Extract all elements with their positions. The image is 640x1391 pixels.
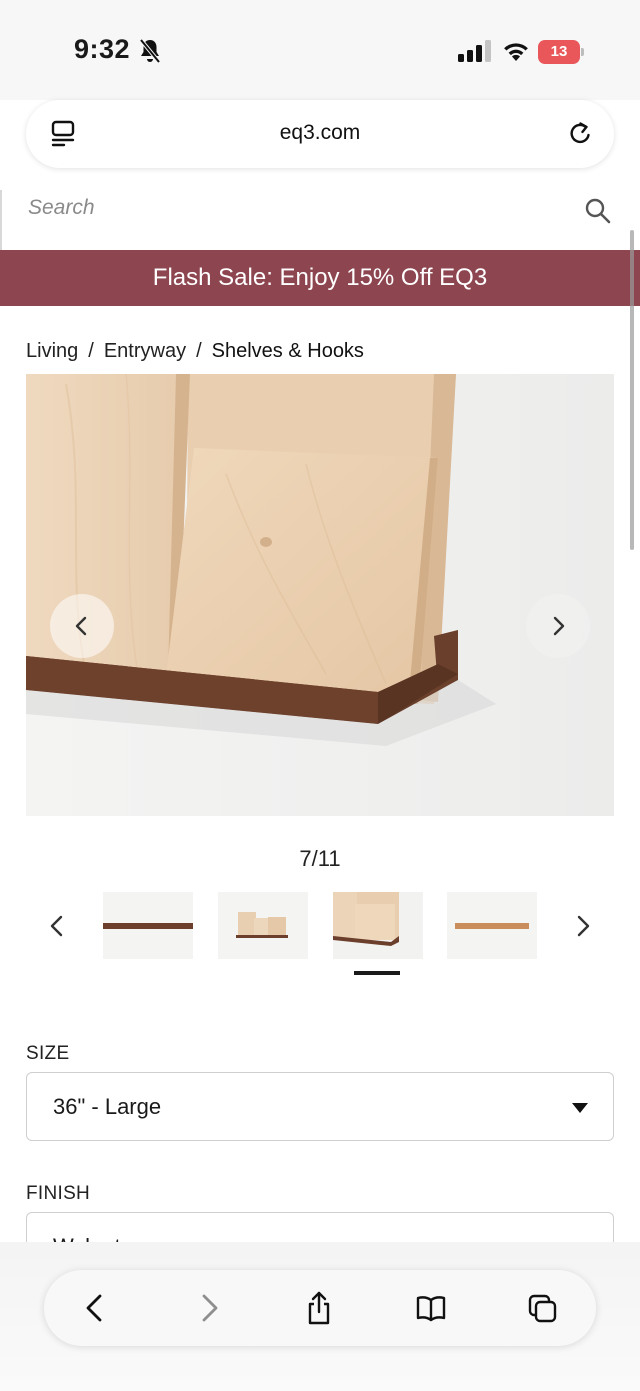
gallery-prev-button[interactable]: [50, 594, 114, 658]
thumbnail-4[interactable]: [447, 892, 537, 959]
breadcrumb-separator: /: [196, 340, 202, 362]
product-photo: [26, 374, 614, 816]
breadcrumb-item-living[interactable]: Living: [26, 340, 78, 363]
breadcrumb-item-shelves-hooks: Shelves & Hooks: [211, 340, 364, 362]
battery-level: 13: [538, 40, 580, 64]
breadcrumb-item-entryway[interactable]: Entryway: [104, 340, 186, 363]
forward-icon[interactable]: [192, 1290, 226, 1326]
address-bar[interactable]: eq3.com: [26, 100, 614, 168]
thumbnail-active-indicator: [354, 971, 400, 975]
product-image[interactable]: [26, 374, 614, 816]
wifi-icon: [504, 43, 528, 61]
breadcrumb-separator: /: [88, 340, 94, 362]
back-icon[interactable]: [78, 1290, 112, 1326]
battery-icon: 13: [538, 40, 584, 64]
promo-banner-text[interactable]: Flash Sale: Enjoy 15% Off EQ3: [0, 264, 640, 292]
url-display[interactable]: eq3.com: [26, 121, 614, 145]
cellular-signal-icon: [458, 40, 491, 62]
dropdown-caret-icon[interactable]: [571, 1102, 589, 1114]
thumbnail-4-image: [447, 892, 537, 959]
status-bar: 9:32 13: [0, 0, 640, 100]
thumbnail-1-image: [103, 892, 193, 959]
bookmarks-icon[interactable]: [414, 1290, 448, 1326]
thumbnail-3-selected[interactable]: [333, 892, 423, 959]
thumbnail-next-button[interactable]: [572, 912, 594, 940]
thumbnail-3-image: [333, 892, 423, 959]
site-search-bar[interactable]: Search: [0, 190, 640, 250]
bell-slash-icon: [139, 38, 161, 64]
thumbnail-prev-button[interactable]: [46, 912, 68, 940]
thumbnail-1[interactable]: [103, 892, 193, 959]
search-icon[interactable]: [584, 197, 612, 225]
finish-label: FINISH: [26, 1183, 91, 1204]
gallery-next-button[interactable]: [526, 594, 590, 658]
thumbnail-2-image: [218, 892, 308, 959]
battery-tip: [581, 48, 584, 56]
size-label: SIZE: [26, 1043, 70, 1064]
bottom-toolbar: [44, 1270, 596, 1346]
chevron-left-icon: [75, 616, 87, 636]
size-selected-value[interactable]: 36" - Large: [53, 1094, 161, 1120]
breadcrumb: Living / Entryway / Shelves & Hooks: [26, 340, 364, 363]
size-select[interactable]: 36" - Large: [26, 1072, 614, 1141]
chevron-right-icon: [553, 616, 565, 636]
promo-banner[interactable]: Flash Sale: Enjoy 15% Off EQ3: [0, 250, 640, 306]
status-time: 9:32: [74, 34, 131, 64]
thumbnail-2[interactable]: [218, 892, 308, 959]
search-input[interactable]: Search: [28, 196, 95, 220]
image-counter: 7/11: [299, 846, 341, 871]
tabs-icon[interactable]: [526, 1290, 560, 1326]
reload-icon[interactable]: [566, 120, 594, 148]
page-scrollbar[interactable]: [630, 230, 634, 550]
share-icon[interactable]: [302, 1290, 336, 1326]
